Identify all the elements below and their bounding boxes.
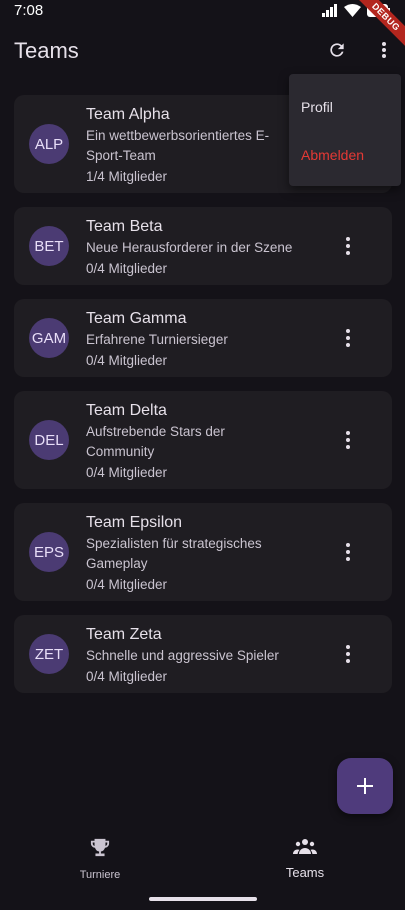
- team-description: Spezialisten für strategisches Gameplay: [86, 536, 262, 571]
- card-more-button[interactable]: [338, 429, 358, 451]
- team-card-beta[interactable]: BET Team Beta Neue Herausforderer in der…: [14, 207, 392, 285]
- team-name: Team Alpha: [86, 106, 170, 123]
- team-members: 0/4 Mitglieder: [86, 669, 168, 684]
- trophy-icon: [90, 838, 110, 857]
- team-avatar: DEL: [29, 420, 69, 460]
- nav-item-tournaments[interactable]: Turniere: [40, 838, 160, 881]
- status-time: 7:08: [14, 2, 44, 19]
- team-members: 0/4 Mitglieder: [86, 261, 168, 276]
- team-avatar: BET: [29, 226, 69, 266]
- menu-item-logout[interactable]: Abmelden: [301, 147, 364, 163]
- team-members: 0/4 Mitglieder: [86, 577, 168, 592]
- team-description: Schnelle und aggressive Spieler: [86, 648, 279, 663]
- more-vert-icon: [346, 645, 350, 649]
- team-description: Erfahrene Turniersieger: [86, 332, 228, 347]
- card-more-button[interactable]: [338, 235, 358, 257]
- more-vert-icon: [346, 329, 350, 333]
- wifi-icon: [344, 4, 361, 17]
- team-card-zeta[interactable]: ZET Team Zeta Schnelle und aggressive Sp…: [14, 615, 392, 693]
- nav-item-teams[interactable]: Teams: [245, 838, 365, 880]
- team-avatar: GAM: [29, 318, 69, 358]
- team-avatar: EPS: [29, 532, 69, 572]
- team-description: Aufstrebende Stars der Community: [86, 424, 225, 459]
- status-bar: 7:08: [0, 0, 405, 24]
- team-avatar: ZET: [29, 634, 69, 674]
- app-bar: Teams: [0, 28, 405, 72]
- team-name: Team Beta: [86, 218, 163, 235]
- team-name: Team Delta: [86, 402, 167, 419]
- team-members: 0/4 Mitglieder: [86, 465, 168, 480]
- nav-label-tournaments: Turniere: [79, 869, 121, 881]
- nav-label-teams: Teams: [285, 865, 325, 880]
- team-name: Team Epsilon: [86, 514, 183, 531]
- more-options-button[interactable]: [370, 36, 398, 64]
- refresh-icon: [330, 43, 344, 57]
- refresh-button[interactable]: [323, 36, 351, 64]
- more-vert-icon: [346, 431, 350, 435]
- team-avatar: ALP: [29, 124, 69, 164]
- team-name: Team Zeta: [86, 626, 162, 643]
- team-card-gamma[interactable]: GAM Team Gamma Erfahrene Turniersieger 0…: [14, 299, 392, 377]
- more-vert-icon: [382, 42, 386, 58]
- home-indicator: [149, 897, 257, 901]
- team-card-epsilon[interactable]: EPS Team Epsilon Spezialisten für strate…: [14, 503, 392, 601]
- team-members: 1/4 Mitglieder: [86, 169, 168, 184]
- menu-item-profile[interactable]: Profil: [301, 99, 333, 115]
- team-name: Team Gamma: [86, 310, 187, 327]
- add-team-button[interactable]: [337, 758, 393, 814]
- team-description: Neue Herausforderer in der Szene: [86, 240, 293, 255]
- more-vert-icon: [346, 543, 350, 547]
- options-menu: Profil Abmelden: [289, 74, 401, 186]
- card-more-button[interactable]: [338, 327, 358, 349]
- signal-icon: [322, 4, 337, 17]
- plus-icon: [357, 778, 373, 794]
- card-more-button[interactable]: [338, 541, 358, 563]
- groups-icon: [293, 839, 317, 854]
- more-vert-icon: [346, 237, 350, 241]
- team-card-delta[interactable]: DEL Team Delta Aufstrebende Stars der Co…: [14, 391, 392, 489]
- card-more-button[interactable]: [338, 643, 358, 665]
- team-description: Ein wettbewerbsorientiertes E-Sport-Team: [86, 128, 270, 163]
- team-members: 0/4 Mitglieder: [86, 353, 168, 368]
- page-title: Teams: [14, 38, 79, 63]
